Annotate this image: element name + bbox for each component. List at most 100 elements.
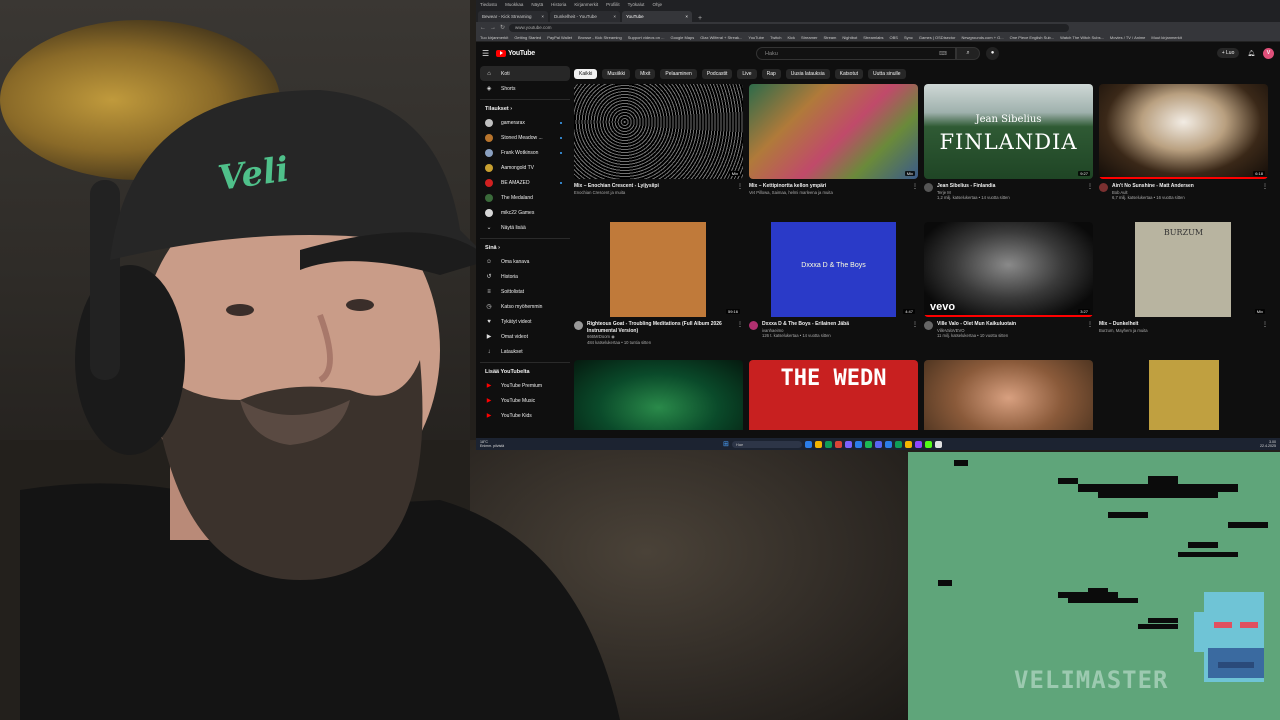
url-field[interactable]: www.youtube.com — [509, 23, 1070, 32]
video-card[interactable]: 59:16 Righteous Goat - Troubling Meditati… — [574, 222, 743, 360]
browser-tab[interactable]: YouTube × — [622, 11, 692, 22]
bookmark-item[interactable]: YouTube — [748, 35, 764, 40]
taskbar-app-icon[interactable] — [804, 440, 812, 448]
sidebar-subscription[interactable]: mikc22 Games — [480, 205, 570, 220]
video-card[interactable]: THE WEDN — [749, 360, 918, 430]
video-card[interactable] — [924, 360, 1093, 430]
subscriptions-header[interactable]: Tilaukset › — [480, 99, 570, 115]
bookmark-item[interactable]: Watch The Witch Subs... — [1060, 35, 1104, 40]
you-header[interactable]: Sinä › — [480, 238, 570, 254]
channel-avatar[interactable] — [924, 183, 933, 192]
bookmark-item[interactable]: OBS — [890, 35, 898, 40]
create-button[interactable]: + Luo — [1216, 48, 1240, 58]
filter-chip[interactable]: Mixit — [635, 69, 656, 79]
video-card[interactable] — [1099, 360, 1268, 430]
notifications-bell-icon[interactable]: 🔔︎ — [1247, 50, 1255, 57]
filter-chip[interactable]: Podcastit — [701, 69, 733, 79]
bookmark-item[interactable]: Tuo kirjanmerkit — [480, 35, 508, 40]
taskbar-app-icon[interactable] — [934, 440, 942, 448]
filter-chip[interactable]: Uutta sinulle — [868, 69, 906, 79]
video-card[interactable]: Jean Sibelius FINLANDIA 9:27 Jean Sibelius … — [924, 84, 1093, 222]
video-thumbnail[interactable]: Jean Sibelius FINLANDIA 9:27 — [924, 84, 1093, 179]
more-options-icon[interactable]: ⋮ — [1087, 321, 1093, 339]
channel-avatar[interactable] — [749, 321, 758, 330]
browser-tab[interactable]: Bewear - Kick Streaming × — [478, 11, 548, 22]
taskbar-clock[interactable]: 3.00 22.4.2025 — [1260, 440, 1276, 448]
channel-name[interactable]: Vet Pillowa, Saimaa, helmi marleena ja m… — [749, 190, 908, 196]
video-card[interactable] — [574, 360, 743, 430]
sidebar-item-shorts[interactable]: ◈ Shorts — [480, 81, 570, 96]
youtube-logo[interactable]: YouTube — [496, 49, 756, 57]
menu-item[interactable]: Profiilit — [606, 2, 620, 7]
video-title[interactable]: Righteous Goat - Troubling Meditations (… — [587, 321, 733, 334]
taskbar-app-icon[interactable] — [904, 440, 912, 448]
menu-item[interactable]: Historia — [551, 2, 566, 7]
browser-tab[interactable]: Dunkelheit - YouTube × — [550, 11, 620, 22]
sidebar-subscription[interactable]: Frank Wotkinson — [480, 145, 570, 160]
filter-chip[interactable]: Katsotut — [834, 69, 864, 79]
channel-avatar[interactable] — [574, 321, 583, 330]
video-thumbnail[interactable]: Mix — [749, 84, 918, 179]
sidebar-item[interactable]: ▶ Omat videot — [480, 329, 570, 344]
sidebar-subscription[interactable]: Aamongold TV — [480, 160, 570, 175]
sidebar-subscription[interactable]: Stoned Meadow ... — [480, 130, 570, 145]
taskbar-app-icon[interactable] — [834, 440, 842, 448]
channel-name[interactable]: Burzum, Mayhem ja muita — [1099, 328, 1258, 334]
taskbar-app-icon[interactable] — [924, 440, 932, 448]
bookmark-item[interactable]: Nightbot — [842, 35, 857, 40]
more-options-icon[interactable]: ⋮ — [1087, 183, 1093, 201]
video-card[interactable]: Mix Mix – Enochian Crescent - Lyijysiipi E… — [574, 84, 743, 222]
filter-chip[interactable]: Live — [737, 69, 757, 79]
sidebar-item[interactable]: ▶ YouTube Premium — [480, 378, 570, 393]
video-thumbnail[interactable]: vevo 3:27 — [924, 222, 1093, 317]
sidebar-item[interactable]: ↓ Lataukset — [480, 344, 570, 359]
bookmark-item[interactable]: Newgrounds.com + G... — [961, 35, 1003, 40]
channel-avatar[interactable] — [924, 321, 933, 330]
new-tab-icon[interactable]: + — [694, 15, 706, 22]
video-thumbnail[interactable] — [924, 360, 1093, 430]
more-options-icon[interactable]: ⋮ — [912, 183, 918, 195]
bookmark-item[interactable]: Muut kirjanmerkit — [1151, 35, 1181, 40]
video-thumbnail[interactable] — [574, 360, 743, 430]
sidebar-item[interactable]: ≡ Soittolistat — [480, 284, 570, 299]
bookmark-item[interactable]: Streamlabs — [863, 35, 883, 40]
weather-widget[interactable]: 18°C Enimm. pilvistä — [480, 440, 720, 448]
channel-name[interactable]: Enochian Crescent ja muita — [574, 190, 733, 196]
more-options-icon[interactable]: ⋮ — [1262, 183, 1268, 201]
bookmark-item[interactable]: Games | OSDisector — [919, 35, 956, 40]
close-tab-icon[interactable]: × — [613, 14, 616, 19]
menu-item[interactable]: Ohje — [652, 2, 662, 7]
video-card[interactable]: 6:18 Ain't No Sunshine - Matt Andersen Bob… — [1099, 84, 1268, 222]
search-button[interactable]: ⌕ — [956, 46, 980, 60]
sidebar-item[interactable]: ◷ Katso myöhemmin — [480, 299, 570, 314]
search-input[interactable]: Haku ⌨ — [756, 46, 956, 60]
taskbar-app-icon[interactable] — [854, 440, 862, 448]
sidebar-subscription[interactable]: BE AMAZED — [480, 175, 570, 190]
taskbar-app-icon[interactable] — [864, 440, 872, 448]
video-thumbnail[interactable]: 6:18 — [1099, 84, 1268, 179]
filter-chip[interactable]: Pelaaminen — [660, 69, 697, 79]
taskbar-app-icon[interactable] — [894, 440, 902, 448]
sidebar-subscription[interactable]: The Medaland — [480, 190, 570, 205]
forward-icon[interactable]: → — [490, 25, 496, 31]
reload-icon[interactable]: ↻ — [500, 24, 505, 31]
bookmark-item[interactable]: Kick — [787, 35, 795, 40]
bookmark-item[interactable]: PayPal Wallet — [547, 35, 572, 40]
channel-avatar[interactable] — [1099, 183, 1108, 192]
sidebar-item[interactable]: ♥ Tykätyt videot — [480, 314, 570, 329]
menu-item[interactable]: Työkalut — [628, 2, 645, 7]
menu-item[interactable]: Tiedosto — [480, 2, 497, 7]
close-tab-icon[interactable]: × — [541, 14, 544, 19]
video-card[interactable]: Dxxxa D & The Boys 4:47 Dxxxa D & The Boys… — [749, 222, 918, 360]
filter-chip[interactable]: Rap — [761, 69, 781, 79]
back-icon[interactable]: ← — [480, 25, 486, 31]
bookmark-item[interactable]: One Piece English Sub... — [1010, 35, 1054, 40]
show-more-button[interactable]: ⌄ Näytä lisää — [480, 220, 570, 235]
bookmark-item[interactable]: Support videos on ... — [628, 35, 665, 40]
sidebar-item[interactable]: ☺ Oma kanava — [480, 254, 570, 269]
video-card[interactable]: vevo 3:27 Ville Valo - Olet Mun Kaikuluota… — [924, 222, 1093, 360]
microphone-icon[interactable]: ● — [986, 46, 999, 60]
bookmark-item[interactable]: Stream — [823, 35, 836, 40]
sidebar-subscription[interactable]: gamerarax — [480, 115, 570, 130]
video-thumbnail[interactable]: THE WEDN — [749, 360, 918, 430]
